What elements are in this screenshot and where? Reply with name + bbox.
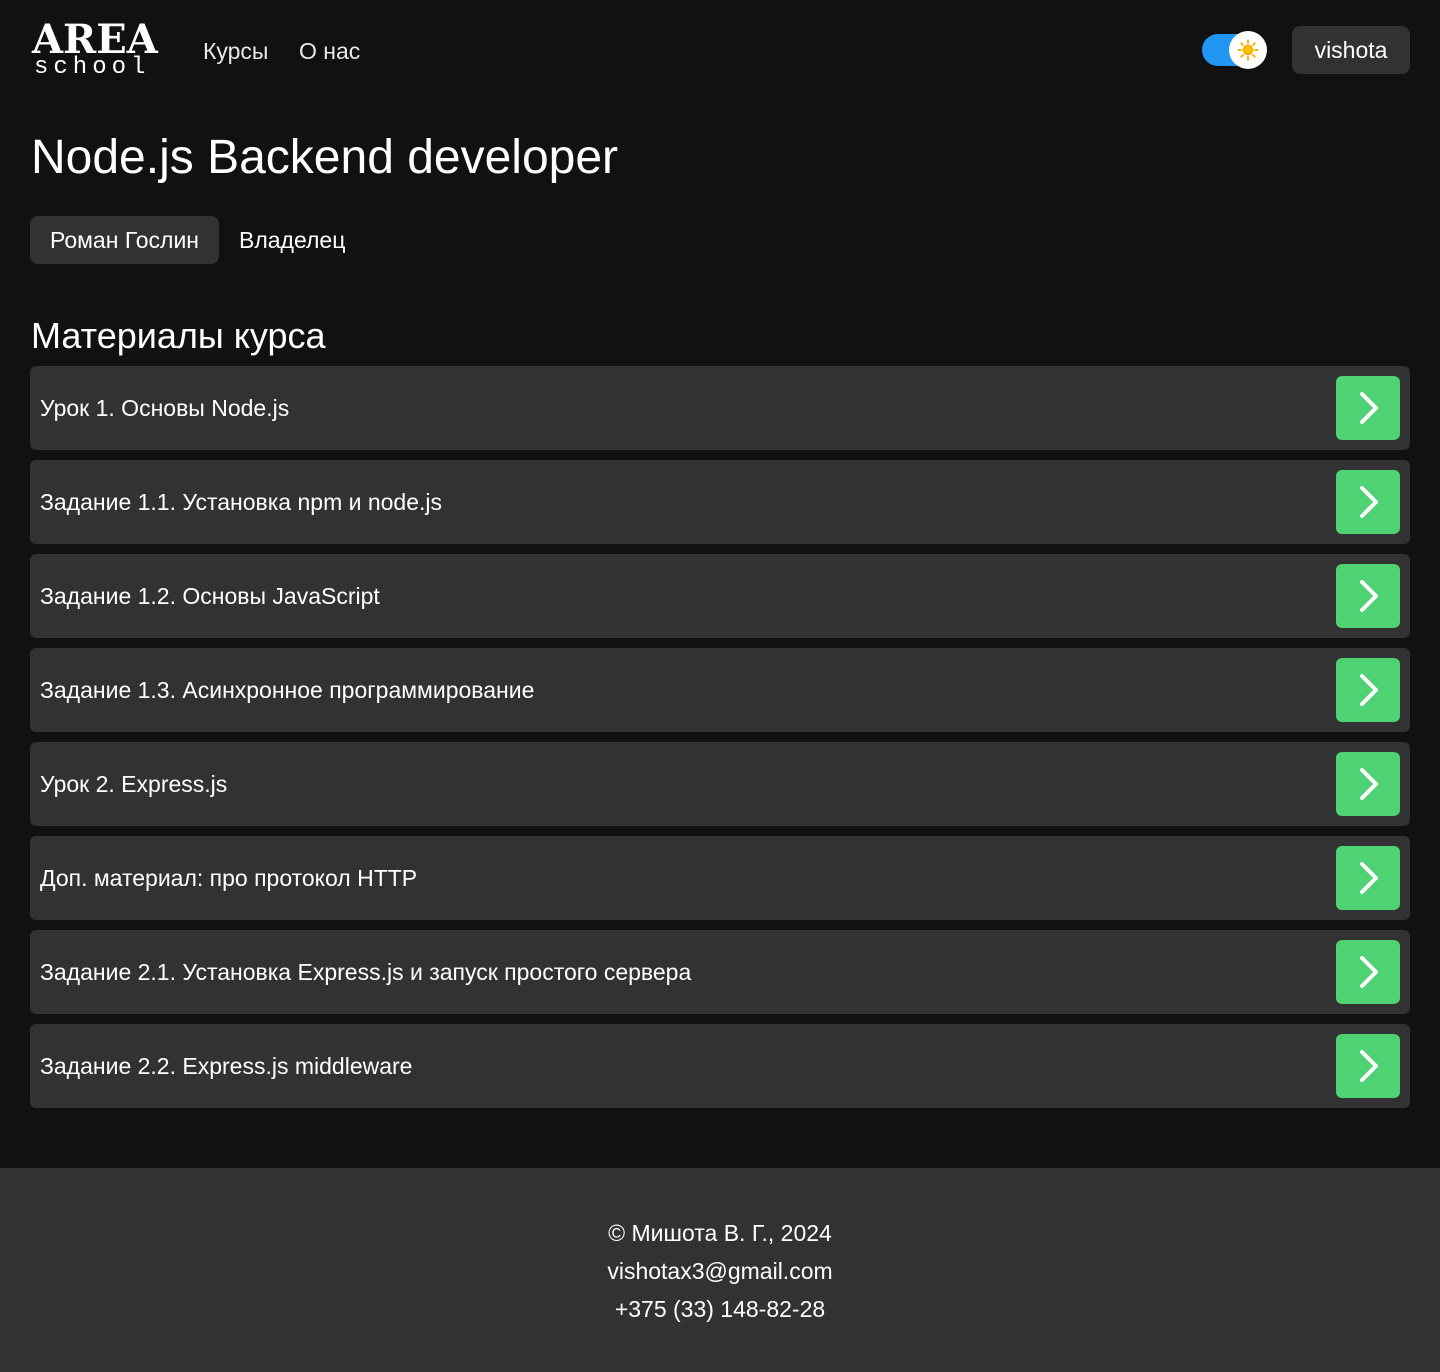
open-material-button[interactable] (1336, 752, 1400, 816)
chevron-right-icon (1360, 768, 1378, 800)
material-label: Доп. материал: про протокол HTTP (40, 865, 418, 891)
open-material-button[interactable] (1336, 846, 1400, 910)
material-item: Задание 1.2. Основы JavaScript (30, 554, 1410, 638)
open-material-button[interactable] (1336, 470, 1400, 534)
material-label: Задание 1.1. Установка npm и node.js (40, 489, 443, 515)
sun-icon (1237, 39, 1259, 61)
owner-name-chip[interactable]: Роман Гослин (30, 216, 219, 264)
chevron-right-icon (1360, 580, 1378, 612)
chevron-right-icon (1360, 956, 1378, 988)
material-item: Урок 2. Express.js (30, 742, 1410, 826)
material-item: Задание 1.3. Асинхронное программировани… (30, 648, 1410, 732)
course-title: Node.js Backend developer (31, 131, 619, 184)
chevron-right-icon (1360, 862, 1378, 894)
footer-email-link[interactable]: vishotax3@gmail.com (0, 1256, 1440, 1286)
material-item: Урок 1. Основы Node.js (30, 366, 1410, 450)
logo[interactable]: AREA school (32, 20, 162, 80)
material-label: Урок 2. Express.js (40, 771, 228, 797)
open-material-button[interactable] (1336, 940, 1400, 1004)
nav-link-about[interactable]: О нас (299, 36, 360, 66)
materials-section-title: Материалы курса (31, 315, 326, 356)
user-menu-button[interactable]: vishota (1292, 26, 1410, 74)
theme-toggle[interactable] (1202, 30, 1268, 70)
logo-subtitle: school (34, 54, 151, 81)
chevron-right-icon (1360, 392, 1378, 424)
page: AREA school Курсы О нас vishota Node.js … (0, 0, 1440, 1372)
footer-copyright: © Мишота В. Г., 2024 (608, 1220, 832, 1246)
material-item: Задание 1.1. Установка npm и node.js (30, 460, 1410, 544)
open-material-button[interactable] (1336, 564, 1400, 628)
site-header: AREA school Курсы О нас vishota (0, 0, 1440, 100)
material-label: Задание 2.1. Установка Express.js и запу… (40, 959, 692, 985)
open-material-button[interactable] (1336, 658, 1400, 722)
material-label: Задание 1.2. Основы JavaScript (40, 583, 380, 609)
material-label: Задание 1.3. Асинхронное программировани… (40, 677, 535, 703)
open-material-button[interactable] (1336, 1034, 1400, 1098)
material-label: Урок 1. Основы Node.js (40, 395, 290, 421)
owner-role-label: Владелец (239, 227, 346, 253)
chevron-right-icon (1360, 486, 1378, 518)
site-footer: © Мишота В. Г., 2024 vishotax3@gmail.com… (0, 1168, 1440, 1372)
material-item: Задание 2.1. Установка Express.js и запу… (30, 930, 1410, 1014)
chevron-right-icon (1360, 674, 1378, 706)
material-item: Доп. материал: про протокол HTTP (30, 836, 1410, 920)
material-item: Задание 2.2. Express.js middleware (30, 1024, 1410, 1108)
nav-link-courses[interactable]: Курсы (203, 36, 268, 66)
materials-list: Урок 1. Основы Node.js Задание 1.1. Уста… (30, 366, 1410, 1118)
chevron-right-icon (1360, 1050, 1378, 1082)
open-material-button[interactable] (1336, 376, 1400, 440)
footer-phone: +375 (33) 148-82-28 (614, 1296, 826, 1322)
toggle-knob (1229, 31, 1267, 69)
material-label: Задание 2.2. Express.js middleware (40, 1053, 413, 1079)
